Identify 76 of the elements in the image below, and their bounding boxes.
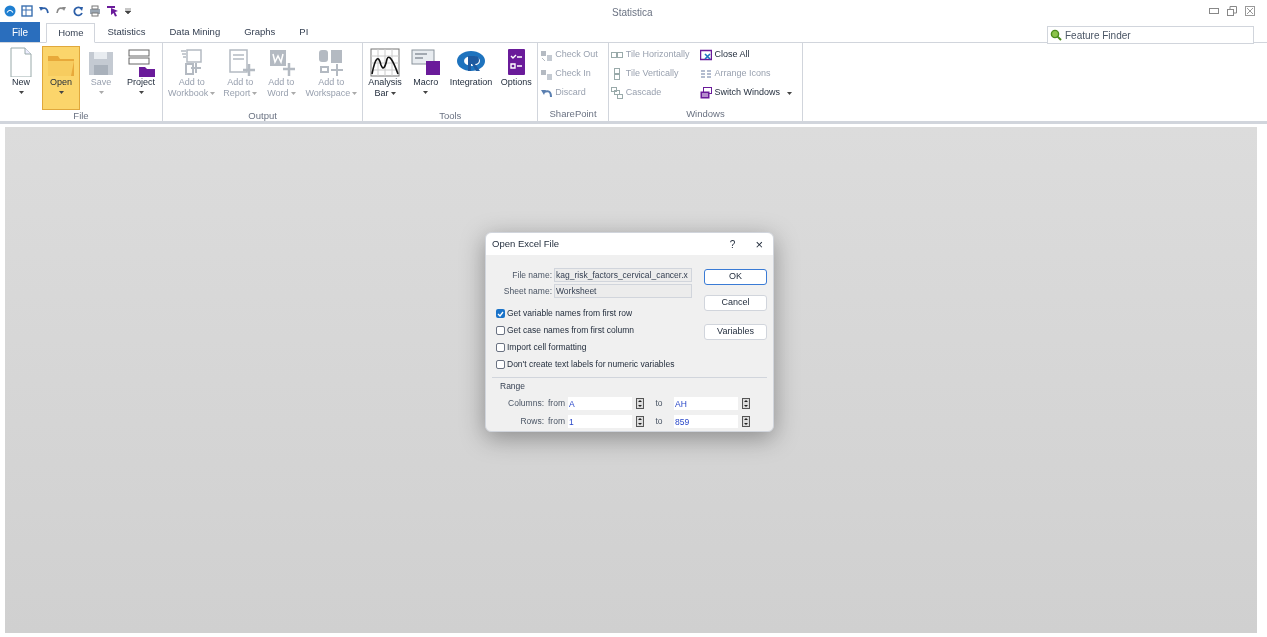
- file-tab[interactable]: File: [0, 22, 41, 42]
- line-chart-icon: [369, 47, 401, 77]
- dialog-button[interactable]: Variables: [704, 324, 767, 340]
- search-icon: [1050, 29, 1062, 41]
- arrange-icons-icon: [699, 68, 712, 80]
- spinner-icon[interactable]: [636, 416, 644, 428]
- ribbon-button[interactable]: Macro: [406, 46, 445, 110]
- field-label: from: [548, 397, 566, 411]
- ribbon-button[interactable]: New: [2, 46, 40, 110]
- ribbon-button[interactable]: Switch Windows: [699, 84, 793, 102]
- check-out-icon: [540, 49, 553, 61]
- group-label: SharePoint: [548, 108, 598, 121]
- project-folder-icon: [125, 47, 157, 77]
- spin-field[interactable]: A: [568, 397, 632, 411]
- check-icon: [497, 310, 504, 317]
- switch-windows-icon: [699, 87, 712, 99]
- check-in-icon: [540, 68, 553, 80]
- close-button[interactable]: ×: [755, 237, 763, 251]
- dialog-button[interactable]: Cancel: [704, 295, 767, 311]
- ribbon-tab[interactable]: Data Mining: [157, 22, 233, 42]
- ribbon-button[interactable]: Analysis Bar: [365, 46, 405, 110]
- dropdown-icon[interactable]: [125, 8, 131, 14]
- group-label: Windows: [685, 108, 726, 121]
- checkbox[interactable]: [496, 326, 505, 335]
- refresh-icon[interactable]: [72, 5, 84, 17]
- restore-icon[interactable]: [1227, 6, 1237, 16]
- macro-icon: [409, 47, 442, 77]
- field-label: to: [654, 397, 664, 411]
- spin-field[interactable]: AH: [674, 397, 738, 411]
- tile-horizontal-icon: [610, 49, 623, 61]
- close-windows-icon: [699, 49, 712, 61]
- dialog-title: Open Excel File: [492, 236, 560, 251]
- group-label: Output: [247, 110, 278, 122]
- field-label: Sheet name:: [502, 284, 552, 298]
- checkbox-label: Get case names from first column: [507, 324, 635, 337]
- search-field[interactable]: Feature Finder: [1047, 26, 1254, 44]
- grid-icon[interactable]: [21, 5, 33, 17]
- dialog-button[interactable]: OK: [704, 269, 767, 285]
- field-label: to: [654, 415, 664, 429]
- cursor-icon[interactable]: [106, 5, 120, 17]
- ribbon-button[interactable]: Close All: [699, 46, 793, 64]
- field-label: from: [548, 415, 566, 429]
- checkbox-label: Get variable names from first row: [507, 307, 633, 320]
- ribbon-tab[interactable]: Graphs: [232, 22, 288, 42]
- close-icon[interactable]: [1245, 6, 1255, 16]
- range-label: Range: [500, 380, 527, 393]
- app-logo-icon: [4, 5, 16, 17]
- group-label: File: [72, 110, 90, 122]
- field-label: File name:: [511, 268, 552, 282]
- spinner-icon[interactable]: [742, 416, 750, 428]
- checkbox-label: Import cell formatting: [507, 341, 587, 354]
- checkbox-label: Don't create text labels for numeric variables: [507, 358, 675, 371]
- checkbox[interactable]: [496, 343, 505, 352]
- help-button[interactable]: ?: [729, 236, 736, 252]
- field-label: Rows:: [519, 415, 544, 429]
- text-field[interactable]: kag_risk_factors_cervical_cancer.x: [554, 268, 692, 282]
- minimize-icon[interactable]: [1209, 8, 1219, 14]
- cascade-icon: [610, 87, 623, 99]
- ribbon-button[interactable]: Project: [122, 46, 160, 110]
- group-label: Tools: [438, 110, 463, 122]
- checkbox[interactable]: [496, 360, 505, 369]
- spin-field[interactable]: 859: [674, 415, 738, 429]
- window-title: Statistica: [612, 6, 653, 20]
- spin-field[interactable]: 1: [568, 415, 632, 429]
- ribbon-tab[interactable]: Home: [46, 23, 96, 43]
- ribbon-button[interactable]: Open: [42, 46, 80, 110]
- spinner-icon[interactable]: [636, 398, 644, 410]
- text-field[interactable]: Worksheet: [554, 284, 692, 298]
- ribbon-tab[interactable]: Statistics: [95, 22, 158, 42]
- ribbon-tab[interactable]: PI: [287, 22, 321, 42]
- field-label: Columns:: [507, 397, 544, 411]
- printer-icon[interactable]: [89, 5, 101, 17]
- spinner-icon[interactable]: [742, 398, 750, 410]
- ribbon-button[interactable]: Integration: [446, 46, 496, 110]
- ribbon-button[interactable]: Options: [497, 46, 536, 110]
- undo-icon: [540, 87, 553, 99]
